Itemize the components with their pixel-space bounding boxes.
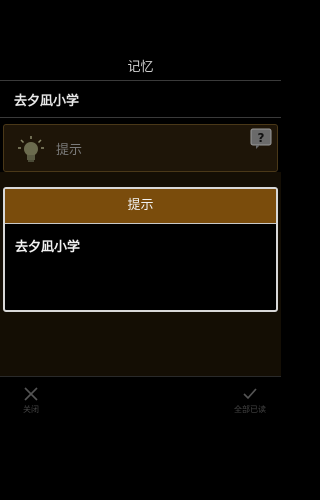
lightbulb-icon bbox=[18, 136, 44, 162]
mark-all-read-label: 全部已读 bbox=[234, 405, 266, 414]
header-divider bbox=[0, 80, 281, 81]
dialog-body: 去夕凪小学 bbox=[15, 240, 81, 255]
check-icon bbox=[243, 388, 257, 400]
page-title: 记忆 bbox=[127, 60, 154, 75]
question-bubble-icon[interactable]: ? bbox=[250, 128, 272, 150]
svg-text:?: ? bbox=[258, 131, 265, 145]
hint-row[interactable]: 提示 ? bbox=[3, 124, 278, 172]
close-icon bbox=[24, 387, 38, 401]
memory-item-title: 去夕凪小学 bbox=[14, 94, 80, 109]
hint-dialog: 提示 去夕凪小学 bbox=[3, 187, 278, 312]
close-button[interactable]: 关闭 bbox=[14, 382, 48, 418]
toolbar-divider bbox=[0, 376, 281, 377]
close-label: 关闭 bbox=[23, 405, 39, 414]
item-divider bbox=[0, 117, 281, 118]
mark-all-read-button[interactable]: 全部已读 bbox=[225, 382, 275, 418]
hint-label: 提示 bbox=[56, 143, 83, 158]
dialog-title: 提示 bbox=[5, 189, 276, 224]
